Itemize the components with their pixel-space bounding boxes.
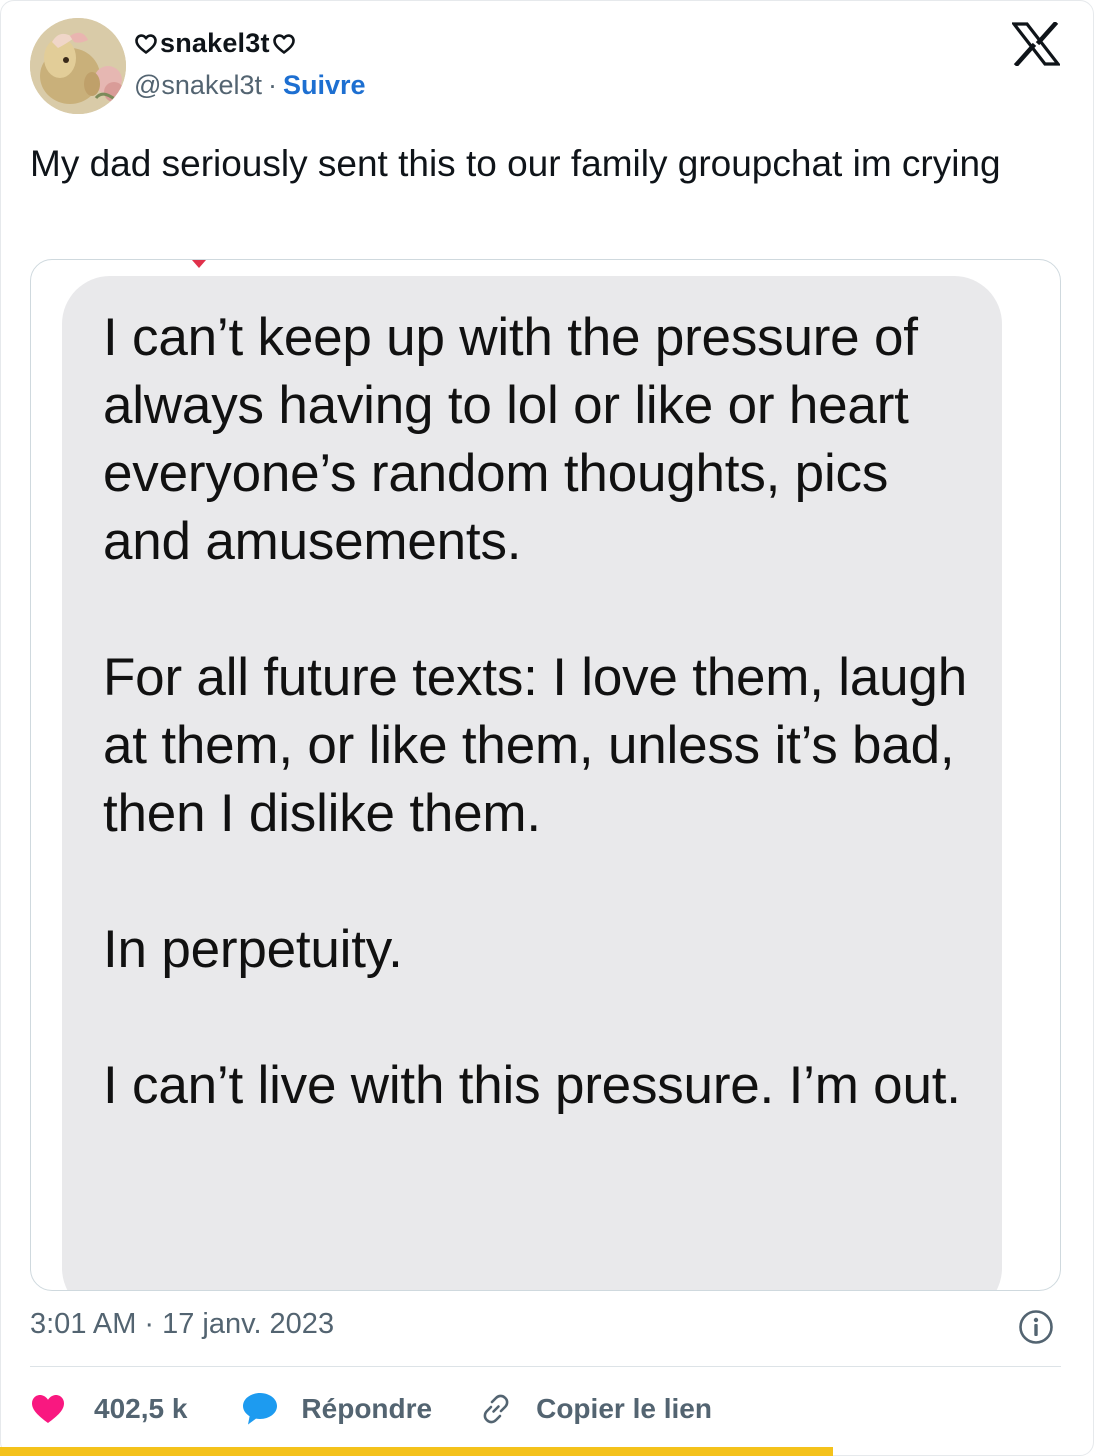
reply-label: Répondre	[301, 1393, 433, 1424]
avatar[interactable]	[30, 18, 126, 114]
handle-row: @snakel3t · Suivre	[134, 70, 366, 101]
heart-outline-icon	[272, 33, 295, 54]
heart-icon	[32, 1395, 64, 1423]
like-count: 402,5 k	[94, 1393, 188, 1424]
message-text: I can’t keep up with the pressure of alw…	[103, 308, 967, 1115]
copy-link-label: Copier le lien	[536, 1393, 712, 1424]
like-button[interactable]: 402,5 k	[30, 1393, 187, 1425]
tweet-date: 17 janv. 2023	[162, 1308, 335, 1340]
x-logo-icon[interactable]	[1012, 22, 1060, 66]
tweet-text: My dad seriously sent this to our family…	[30, 143, 1001, 184]
follow-link[interactable]: Suivre	[283, 70, 366, 101]
link-icon	[483, 1394, 509, 1424]
display-name[interactable]: snakel3t	[134, 28, 296, 59]
user-handle[interactable]: @snakel3t	[134, 70, 262, 101]
reaction-marker-icon	[192, 260, 206, 268]
accent-bar	[0, 1447, 833, 1456]
info-icon[interactable]	[1018, 1309, 1054, 1345]
timestamp-separator: ·	[144, 1308, 155, 1340]
action-bar: 402,5 k Répondre Copier le lien	[30, 1386, 712, 1432]
avatar-image	[30, 18, 126, 114]
tweet-media[interactable]: I can’t keep up with the pressure of alw…	[30, 259, 1061, 1291]
handle-separator: ·	[267, 70, 277, 100]
timestamp[interactable]: 3:01 AM · 17 janv. 2023	[30, 1308, 334, 1341]
divider	[30, 1366, 1061, 1367]
heart-outline-icon	[135, 33, 157, 54]
copy-link-button[interactable]: Copier le lien	[478, 1391, 712, 1427]
reply-button[interactable]: Répondre	[241, 1391, 432, 1427]
speech-bubble-icon	[243, 1393, 278, 1425]
tweet-time: 3:01 AM	[30, 1308, 137, 1340]
display-name-text: snakel3t	[160, 28, 270, 58]
